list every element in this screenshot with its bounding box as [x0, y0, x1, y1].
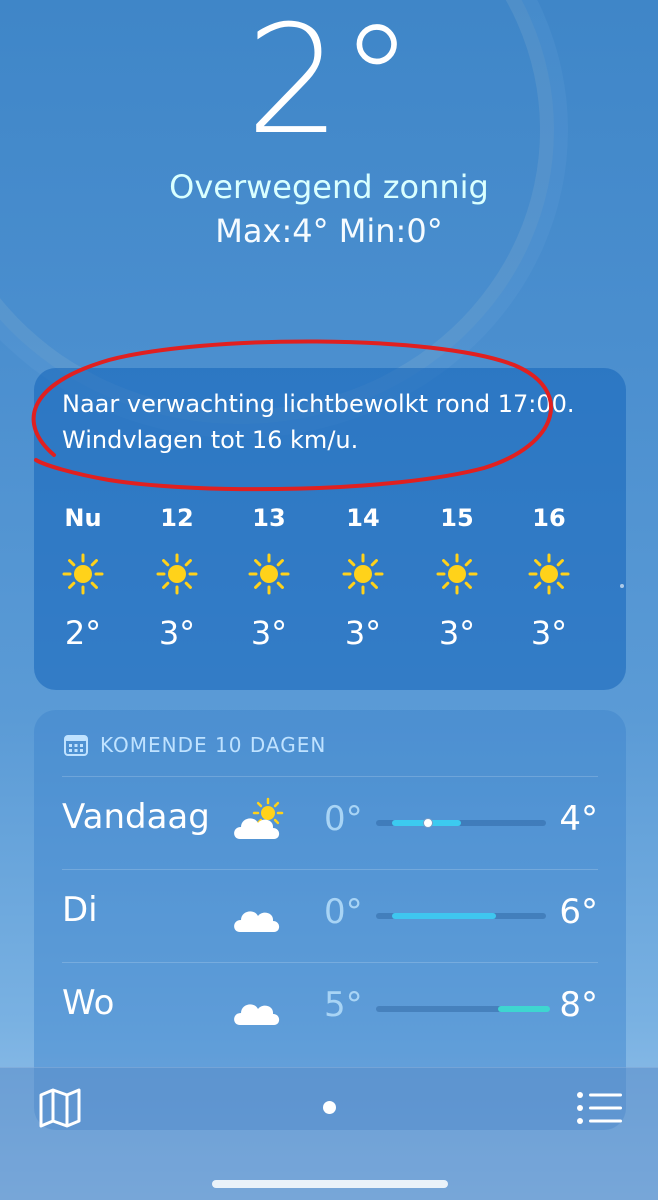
temperature-range-fill — [392, 913, 496, 919]
current-temperature-marker — [422, 818, 433, 828]
hour-label: 16 — [532, 504, 566, 532]
low-temperature: 0° — [324, 799, 363, 839]
sun-icon — [342, 553, 384, 595]
day-name: Wo — [62, 983, 115, 1023]
hourly-list[interactable]: Nu 2° 12 3° 13 3° 14 3° 15 3° 16 3° — [34, 500, 626, 670]
map-icon[interactable] — [38, 1088, 82, 1128]
hour-icon-wrap — [412, 544, 502, 604]
temperature-range-fill — [498, 1006, 550, 1012]
hour-icon-wrap — [224, 544, 314, 604]
temperature-range-bar — [376, 818, 546, 828]
temperature-range-bar — [376, 1006, 550, 1012]
hour-icon-wrap — [38, 544, 128, 604]
hour-temperature: 3° — [530, 614, 568, 652]
sun-icon — [248, 553, 290, 595]
sun-icon — [528, 553, 570, 595]
hour-column: 12 3° — [132, 500, 222, 652]
low-temperature: 0° — [324, 892, 363, 932]
sun-icon — [62, 553, 104, 595]
hour-temperature: 3° — [158, 614, 196, 652]
sun-icon — [436, 553, 478, 595]
hour-label: 15 — [440, 504, 474, 532]
cloud-icon — [234, 911, 280, 932]
calendar-icon — [64, 735, 88, 756]
current-condition: Overwegend zonnig — [169, 168, 489, 206]
ten-day-header: KOMENDE 10 DAGEN — [64, 730, 326, 760]
hour-temperature: 2° — [64, 614, 102, 652]
hour-icon-wrap — [318, 544, 408, 604]
sun-icon — [156, 553, 198, 595]
scroll-hint — [620, 584, 624, 588]
hour-column: 14 3° — [318, 500, 408, 652]
high-temperature: 6° — [559, 892, 598, 932]
hour-temperature: 3° — [250, 614, 288, 652]
daily-row[interactable]: Di 0° 6° — [62, 869, 598, 962]
hour-label: 12 — [160, 504, 194, 532]
page-indicator-dot[interactable] — [323, 1101, 336, 1114]
forecast-summary: Naar verwachting lichtbewolkt rond 17:00… — [62, 390, 575, 454]
bottom-toolbar — [0, 1067, 658, 1200]
hour-temperature: 3° — [438, 614, 476, 652]
partly-sunny-icon — [234, 797, 284, 839]
hour-column: 16 3° — [504, 500, 594, 652]
hour-column: 13 3° — [224, 500, 314, 652]
list-icon[interactable] — [576, 1090, 622, 1126]
hour-temperature: 3° — [344, 614, 382, 652]
hour-label: Nu — [64, 504, 102, 532]
hour-icon-wrap — [132, 544, 222, 604]
cloud-icon — [234, 1004, 280, 1025]
hour-column: Nu 2° — [38, 500, 128, 652]
day-name: Vandaag — [62, 797, 210, 837]
hour-icon-wrap — [504, 544, 594, 604]
day-name: Di — [62, 890, 98, 930]
low-temperature: 5° — [324, 985, 363, 1025]
daily-row[interactable]: Vandaag 0° 4° — [62, 776, 598, 869]
max-min-temperature: Max:4° Min:0° — [215, 212, 443, 250]
hour-label: 14 — [346, 504, 380, 532]
hour-column: 15 3° — [412, 500, 502, 652]
daily-row[interactable]: Wo 5° 8° — [62, 962, 598, 1055]
ten-day-title: KOMENDE 10 DAGEN — [100, 733, 327, 757]
hour-label: 13 — [252, 504, 286, 532]
hourly-forecast-card[interactable]: Naar verwachting lichtbewolkt rond 17:00… — [34, 368, 626, 690]
high-temperature: 8° — [559, 985, 598, 1025]
current-temperature: 2° — [245, 0, 414, 168]
home-indicator[interactable] — [212, 1180, 448, 1188]
high-temperature: 4° — [559, 799, 598, 839]
temperature-range-bar — [376, 913, 546, 919]
